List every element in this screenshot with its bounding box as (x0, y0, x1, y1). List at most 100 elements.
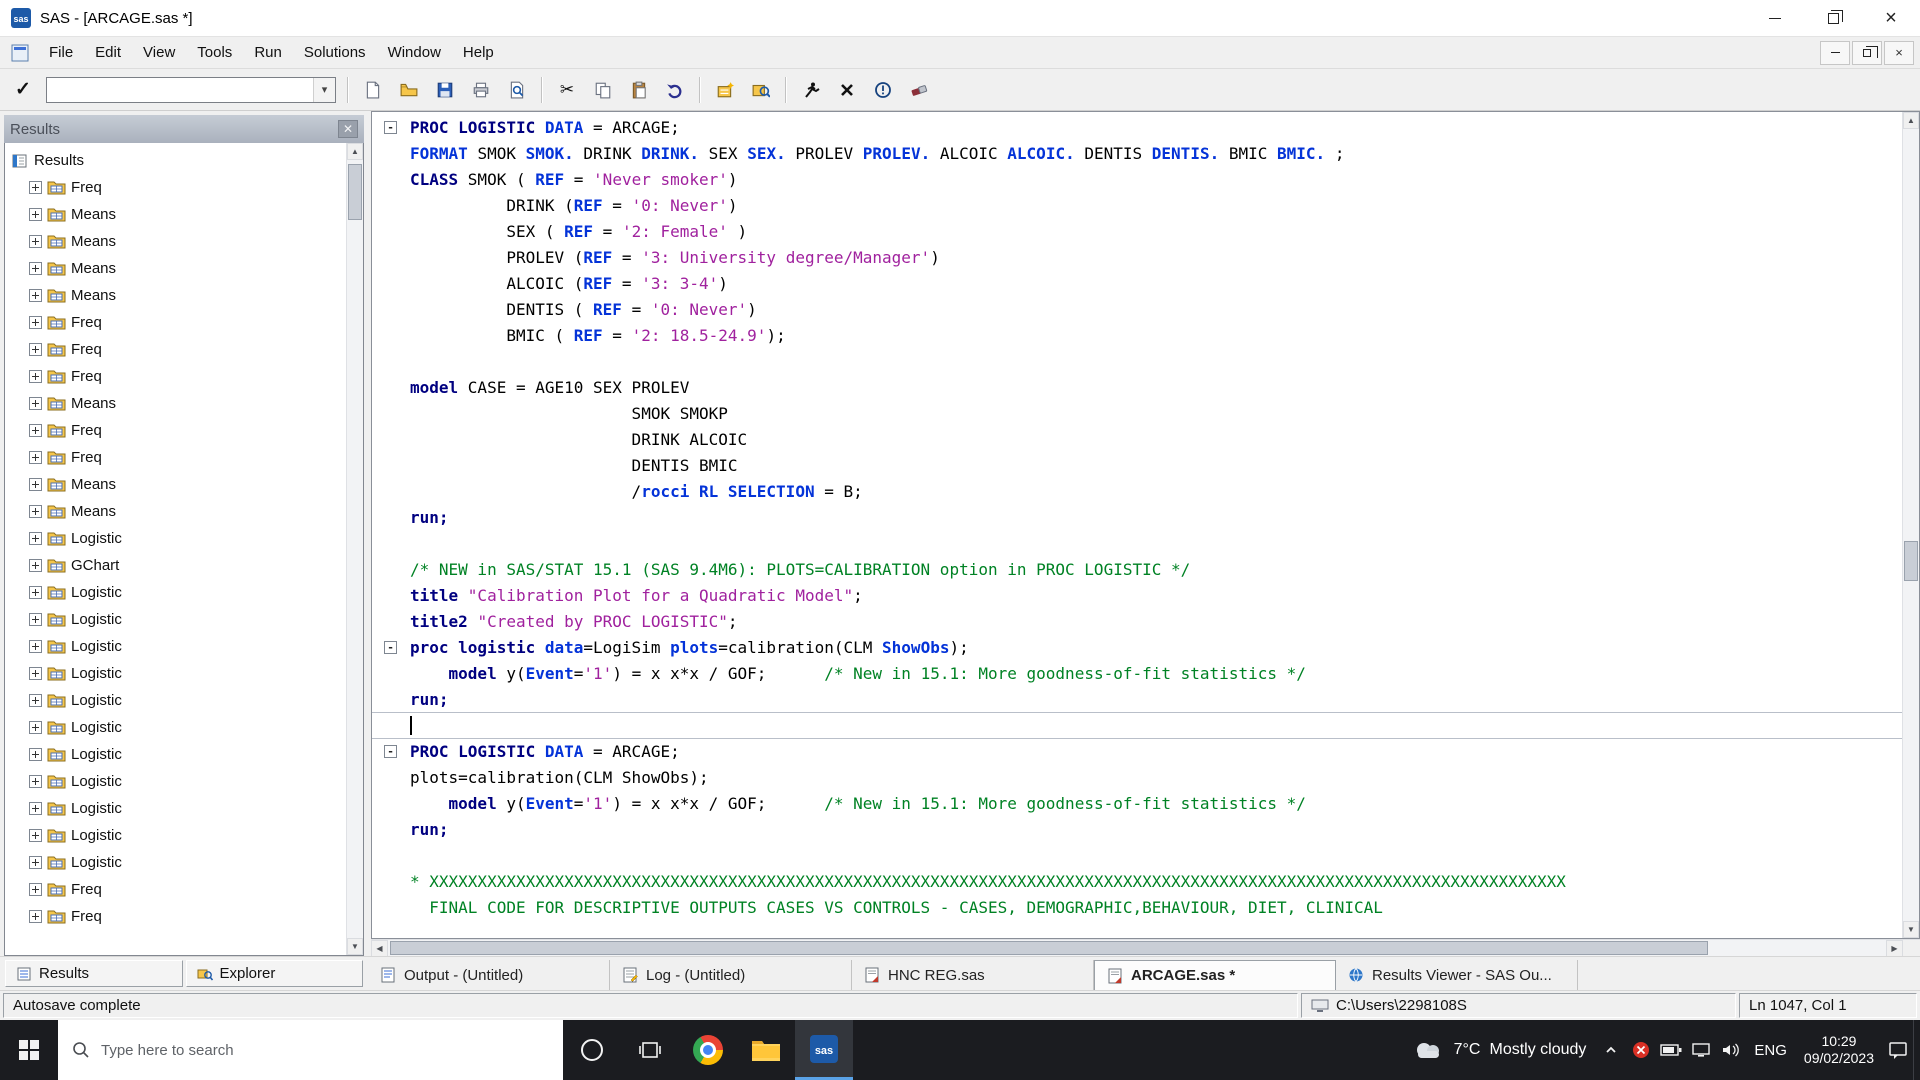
tree-item-logistic[interactable]: Logistic (11, 795, 343, 822)
submit-button[interactable] (794, 75, 828, 105)
expand-toggle-icon[interactable] (29, 667, 42, 680)
battery-button[interactable] (1656, 1020, 1686, 1080)
explorer-tool-button[interactable] (744, 75, 778, 105)
expand-toggle-icon[interactable] (29, 343, 42, 356)
expand-toggle-icon[interactable] (29, 397, 42, 410)
editor-vertical-scrollbar[interactable]: ▲ ▼ (1902, 112, 1919, 938)
tree-item-means[interactable]: Means (11, 228, 343, 255)
scrollbar-thumb[interactable] (348, 164, 362, 220)
language-indicator[interactable]: ENG (1746, 1020, 1795, 1080)
tree-item-gchart[interactable]: GChart (11, 552, 343, 579)
tab-output[interactable]: Output - (Untitled) (368, 960, 610, 990)
tree-scrollbar[interactable]: ▲ ▼ (346, 143, 363, 955)
command-input[interactable] (47, 78, 313, 101)
scrollbar-thumb[interactable] (390, 941, 1709, 955)
scroll-up-button[interactable]: ▲ (1903, 112, 1919, 129)
open-button[interactable] (392, 75, 426, 105)
tree-item-logistic[interactable]: Logistic (11, 714, 343, 741)
start-button[interactable] (0, 1020, 58, 1080)
tree-item-means[interactable]: Means (11, 498, 343, 525)
child-close-button[interactable]: × (1884, 40, 1914, 65)
menu-item-file[interactable]: File (38, 40, 84, 65)
fold-toggle-icon[interactable]: - (384, 641, 397, 654)
tree-item-logistic[interactable]: Logistic (11, 822, 343, 849)
tab-explorer[interactable]: Explorer (185, 960, 363, 987)
scroll-down-button[interactable]: ▼ (347, 938, 363, 955)
file-explorer-button[interactable] (737, 1020, 795, 1080)
tree-item-logistic[interactable]: Logistic (11, 633, 343, 660)
expand-toggle-icon[interactable] (29, 748, 42, 761)
tree-item-logistic[interactable]: Logistic (11, 687, 343, 714)
expand-toggle-icon[interactable] (29, 802, 42, 815)
tree-item-logistic[interactable]: Logistic (11, 660, 343, 687)
tab-arcage[interactable]: ARCAGE.sas * (1094, 960, 1336, 990)
tree-item-freq[interactable]: Freq (11, 444, 343, 471)
tree-item-logistic[interactable]: Logistic (11, 606, 343, 633)
expand-toggle-icon[interactable] (29, 829, 42, 842)
cortana-button[interactable] (563, 1020, 621, 1080)
tree-root-results[interactable]: Results (11, 147, 343, 174)
sas-taskbar-button[interactable]: sas (795, 1020, 853, 1080)
tree-item-means[interactable]: Means (11, 201, 343, 228)
search-input[interactable] (101, 1041, 549, 1059)
tree-item-means[interactable]: Means (11, 255, 343, 282)
new-document-button[interactable] (356, 75, 390, 105)
tree-item-logistic[interactable]: Logistic (11, 525, 343, 552)
code-editor[interactable]: - PROC LOGISTIC DATA = ARCAGE; FORMAT SMOK… (372, 112, 1902, 938)
clock[interactable]: 10:29 09/02/2023 (1795, 1020, 1883, 1080)
close-button[interactable]: × (1862, 0, 1920, 37)
expand-toggle-icon[interactable] (29, 883, 42, 896)
expand-toggle-icon[interactable] (29, 181, 42, 194)
expand-toggle-icon[interactable] (29, 721, 42, 734)
print-preview-button[interactable] (500, 75, 534, 105)
menu-item-run[interactable]: Run (243, 40, 293, 65)
tab-results-viewer[interactable]: Results Viewer - SAS Ou... (1336, 960, 1578, 990)
expand-toggle-icon[interactable] (29, 559, 42, 572)
expand-toggle-icon[interactable] (29, 694, 42, 707)
taskbar-search[interactable] (58, 1020, 563, 1080)
tree-item-freq[interactable]: Freq (11, 336, 343, 363)
tree-item-logistic[interactable]: Logistic (11, 741, 343, 768)
expand-toggle-icon[interactable] (29, 532, 42, 545)
child-minimize-button[interactable] (1820, 40, 1850, 65)
expand-toggle-icon[interactable] (29, 910, 42, 923)
tree-item-logistic[interactable]: Logistic (11, 768, 343, 795)
tab-hnc-reg[interactable]: HNC REG.sas (852, 960, 1094, 990)
tree-item-freq[interactable]: Freq (11, 174, 343, 201)
menu-item-edit[interactable]: Edit (84, 40, 132, 65)
scroll-down-button[interactable]: ▼ (1903, 921, 1919, 938)
network-button[interactable] (1686, 1020, 1716, 1080)
expand-toggle-icon[interactable] (29, 262, 42, 275)
expand-toggle-icon[interactable] (29, 478, 42, 491)
expand-toggle-icon[interactable] (29, 640, 42, 653)
child-restore-button[interactable] (1852, 40, 1882, 65)
cut-button[interactable]: ✂ (550, 75, 584, 105)
scroll-right-button[interactable]: ▶ (1886, 940, 1903, 957)
expand-toggle-icon[interactable] (29, 424, 42, 437)
expand-toggle-icon[interactable] (29, 370, 42, 383)
clear-all-button[interactable] (902, 75, 936, 105)
restore-button[interactable] (1804, 0, 1862, 37)
action-center-button[interactable] (1883, 1020, 1913, 1080)
copy-button[interactable] (586, 75, 620, 105)
tree-item-freq[interactable]: Freq (11, 876, 343, 903)
scrollbar-thumb[interactable] (1904, 540, 1918, 581)
expand-toggle-icon[interactable] (29, 451, 42, 464)
task-view-button[interactable] (621, 1020, 679, 1080)
weather-widget[interactable]: 7°C Mostly cloudy (1401, 1020, 1597, 1080)
menu-item-solutions[interactable]: Solutions (293, 40, 377, 65)
menu-item-help[interactable]: Help (452, 40, 505, 65)
tree-item-logistic[interactable]: Logistic (11, 849, 343, 876)
undo-button[interactable] (658, 75, 692, 105)
menu-item-view[interactable]: View (132, 40, 186, 65)
break-button[interactable] (830, 75, 864, 105)
scroll-up-button[interactable]: ▲ (347, 143, 363, 160)
tree-item-means[interactable]: Means (11, 282, 343, 309)
menu-item-window[interactable]: Window (377, 40, 452, 65)
interrupt-button[interactable] (866, 75, 900, 105)
scroll-left-button[interactable]: ◀ (371, 940, 388, 957)
results-panel-close-button[interactable]: ✕ (338, 120, 358, 138)
fold-toggle-icon[interactable]: - (384, 121, 397, 134)
minimize-button[interactable] (1746, 0, 1804, 37)
tree-item-means[interactable]: Means (11, 471, 343, 498)
